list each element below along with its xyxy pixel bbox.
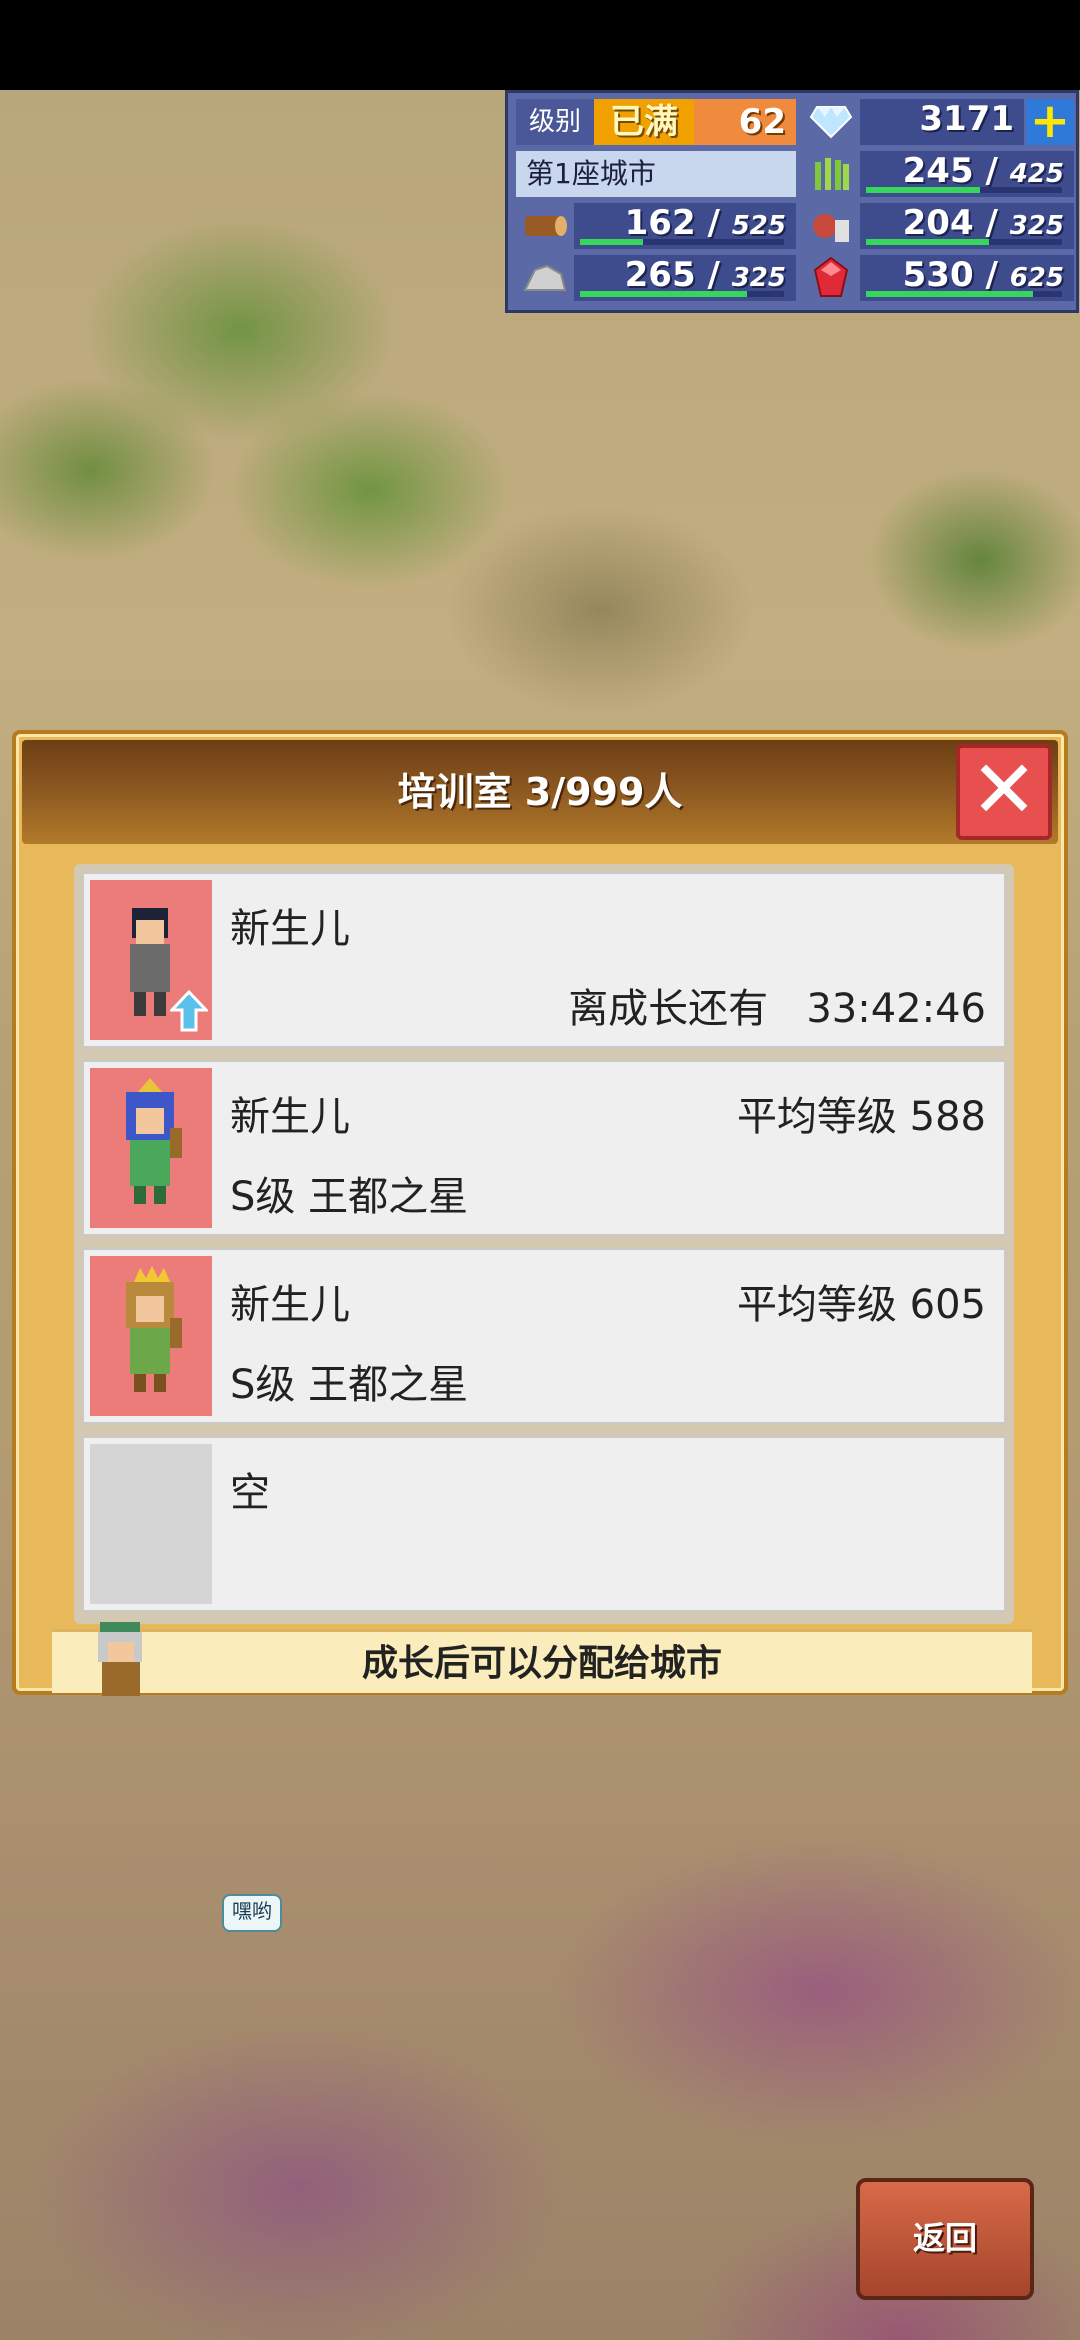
- ruby-value: 530 / 625: [860, 255, 1074, 301]
- food-crops-icon: [802, 151, 860, 197]
- trainee-row[interactable]: 新生儿 平均等级 588 S级 王都之星: [82, 1060, 1006, 1236]
- level-value: 62: [694, 99, 796, 145]
- trainee-name: 新生儿: [230, 906, 350, 952]
- stone-value: 265 / 325: [574, 255, 796, 301]
- level-max-badge: 已满: [594, 99, 694, 145]
- city-name: 第1座城市: [516, 151, 796, 197]
- hint-text: 成长后可以分配给城市: [361, 1643, 722, 1684]
- trainee-name: 新生儿: [230, 1094, 350, 1140]
- trainee-rank: S级 王都之星: [230, 1174, 469, 1220]
- wood-value: 162 / 525: [574, 203, 796, 249]
- ruby-icon: [802, 255, 860, 301]
- level-label: 级别: [516, 99, 594, 145]
- gem-count: 3171: [860, 99, 1024, 145]
- dialog-title: 培训室 3/999人: [397, 770, 683, 814]
- add-gems-button[interactable]: +: [1026, 97, 1074, 145]
- dialog-header: 培训室 3/999人 ✕: [22, 740, 1058, 844]
- meat-bar: [866, 239, 990, 245]
- training-room-dialog: 培训室 3/999人 ✕ 新生儿 离成长还有 33:42:46 新生儿 平均等级…: [12, 730, 1068, 1696]
- trainee-row[interactable]: 新生儿 离成长还有 33:42:46: [82, 872, 1006, 1048]
- stone-ore-icon: [516, 255, 574, 301]
- prince-portrait: [90, 1256, 212, 1416]
- trainee-row[interactable]: 新生儿 平均等级 605 S级 王都之星: [82, 1248, 1006, 1424]
- empty-slot-label: 空: [230, 1470, 270, 1516]
- food-bar: [866, 187, 980, 193]
- average-level: 平均等级 605: [736, 1282, 986, 1328]
- close-button[interactable]: ✕: [956, 744, 1052, 840]
- diamond-icon: [802, 99, 860, 145]
- princess-portrait: [90, 1068, 212, 1228]
- wood-log-icon: [516, 203, 574, 249]
- newborn-portrait: [90, 880, 212, 1040]
- wood-bar: [580, 239, 644, 245]
- status-bar: [0, 0, 1080, 90]
- average-level: 平均等级 588: [736, 1094, 986, 1140]
- back-button[interactable]: 返回: [856, 2178, 1034, 2300]
- hint-bar: 成长后可以分配给城市: [52, 1622, 1032, 1696]
- trainee-list: 新生儿 离成长还有 33:42:46 新生儿 平均等级 588 S级 王都之星 …: [74, 864, 1014, 1624]
- ruby-bar: [866, 291, 1033, 297]
- empty-portrait: [90, 1444, 212, 1604]
- speech-bubble: 嘿哟: [222, 1894, 282, 1932]
- stone-bar: [580, 291, 748, 297]
- food-value: 245 / 425: [860, 151, 1074, 197]
- trainee-rank: S级 王都之星: [230, 1362, 469, 1408]
- growth-countdown: 离成长还有 33:42:46: [568, 986, 986, 1032]
- growth-arrow-icon: [168, 989, 210, 1034]
- empty-slot-row[interactable]: 空: [82, 1436, 1006, 1612]
- trainee-name: 新生儿: [230, 1282, 350, 1328]
- meat-icon: [802, 203, 860, 249]
- resource-panel: 级别 已满 62 3171 + 第1座城市 245 / 425 162 / 52…: [505, 90, 1079, 313]
- meat-value: 204 / 325: [860, 203, 1074, 249]
